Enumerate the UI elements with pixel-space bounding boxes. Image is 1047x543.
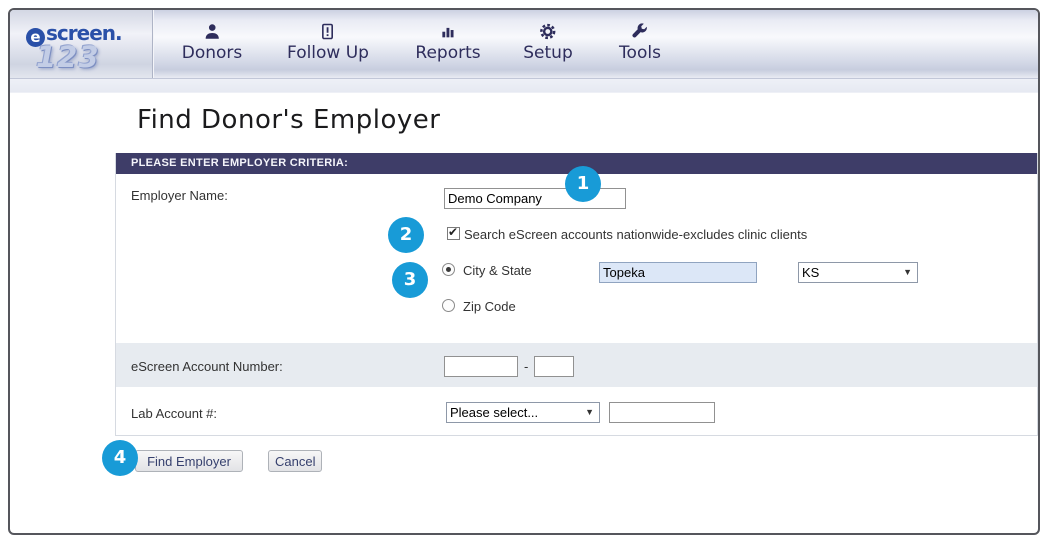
nav-item-setup[interactable]: Setup xyxy=(523,23,573,63)
nav-label-follow-up: Follow Up xyxy=(287,43,369,63)
wrench-icon xyxy=(632,23,648,38)
find-employer-button[interactable]: Find Employer xyxy=(135,450,243,472)
city-state-radio-label: City & State xyxy=(463,263,532,278)
city-input[interactable] xyxy=(599,262,757,283)
nav-label-donors: Donors xyxy=(181,43,243,63)
top-navbar: e screen. 123 Donors Follow Up Reports S… xyxy=(10,10,1038,79)
state-select-value: KS xyxy=(802,265,820,280)
nationwide-checkbox[interactable] xyxy=(447,225,460,240)
city-state-radio[interactable] xyxy=(442,263,455,276)
nav-label-tools: Tools xyxy=(619,43,661,63)
zip-code-radio-label: Zip Code xyxy=(463,299,516,314)
nav-item-reports[interactable]: Reports xyxy=(415,23,481,63)
account-number-input-2[interactable] xyxy=(534,356,574,377)
lab-account-select[interactable]: Please select... xyxy=(446,402,600,423)
nav-label-reports: Reports xyxy=(415,43,481,63)
gear-icon xyxy=(540,23,556,40)
state-select[interactable]: KS xyxy=(798,262,918,283)
account-number-input-1[interactable] xyxy=(444,356,518,377)
person-icon xyxy=(205,24,219,39)
nav-item-tools[interactable]: Tools xyxy=(619,23,661,63)
nav-item-follow-up[interactable]: Follow Up xyxy=(287,23,369,63)
annotation-step-4: 4 xyxy=(102,440,138,476)
annotation-step-1: 1 xyxy=(565,166,601,202)
navbar-shadow-strip xyxy=(10,79,1038,93)
logo-123: 123 xyxy=(36,40,100,74)
app-window: e screen. 123 Donors Follow Up Reports S… xyxy=(8,8,1040,535)
lab-account-label: Lab Account #: xyxy=(131,406,218,421)
employer-name-label: Employer Name: xyxy=(131,188,228,203)
alert-document-icon xyxy=(322,23,334,40)
brand-logo[interactable]: e screen. 123 xyxy=(10,10,153,78)
lab-account-select-value: Please select... xyxy=(450,405,539,420)
cancel-button[interactable]: Cancel xyxy=(268,450,322,472)
nationwide-checkbox-label: Search eScreen accounts nationwide-exclu… xyxy=(464,227,808,242)
nav-label-setup: Setup xyxy=(523,43,573,63)
annotation-step-3: 3 xyxy=(392,262,428,298)
account-number-separator: - xyxy=(524,359,529,374)
bar-chart-icon xyxy=(442,27,454,38)
page-title: Find Donor's Employer xyxy=(137,105,441,135)
lab-account-input[interactable] xyxy=(609,402,715,423)
nav-item-donors[interactable]: Donors xyxy=(181,23,243,63)
annotation-step-2: 2 xyxy=(388,217,424,253)
account-number-label: eScreen Account Number: xyxy=(131,359,283,374)
zip-code-radio[interactable] xyxy=(442,299,455,312)
